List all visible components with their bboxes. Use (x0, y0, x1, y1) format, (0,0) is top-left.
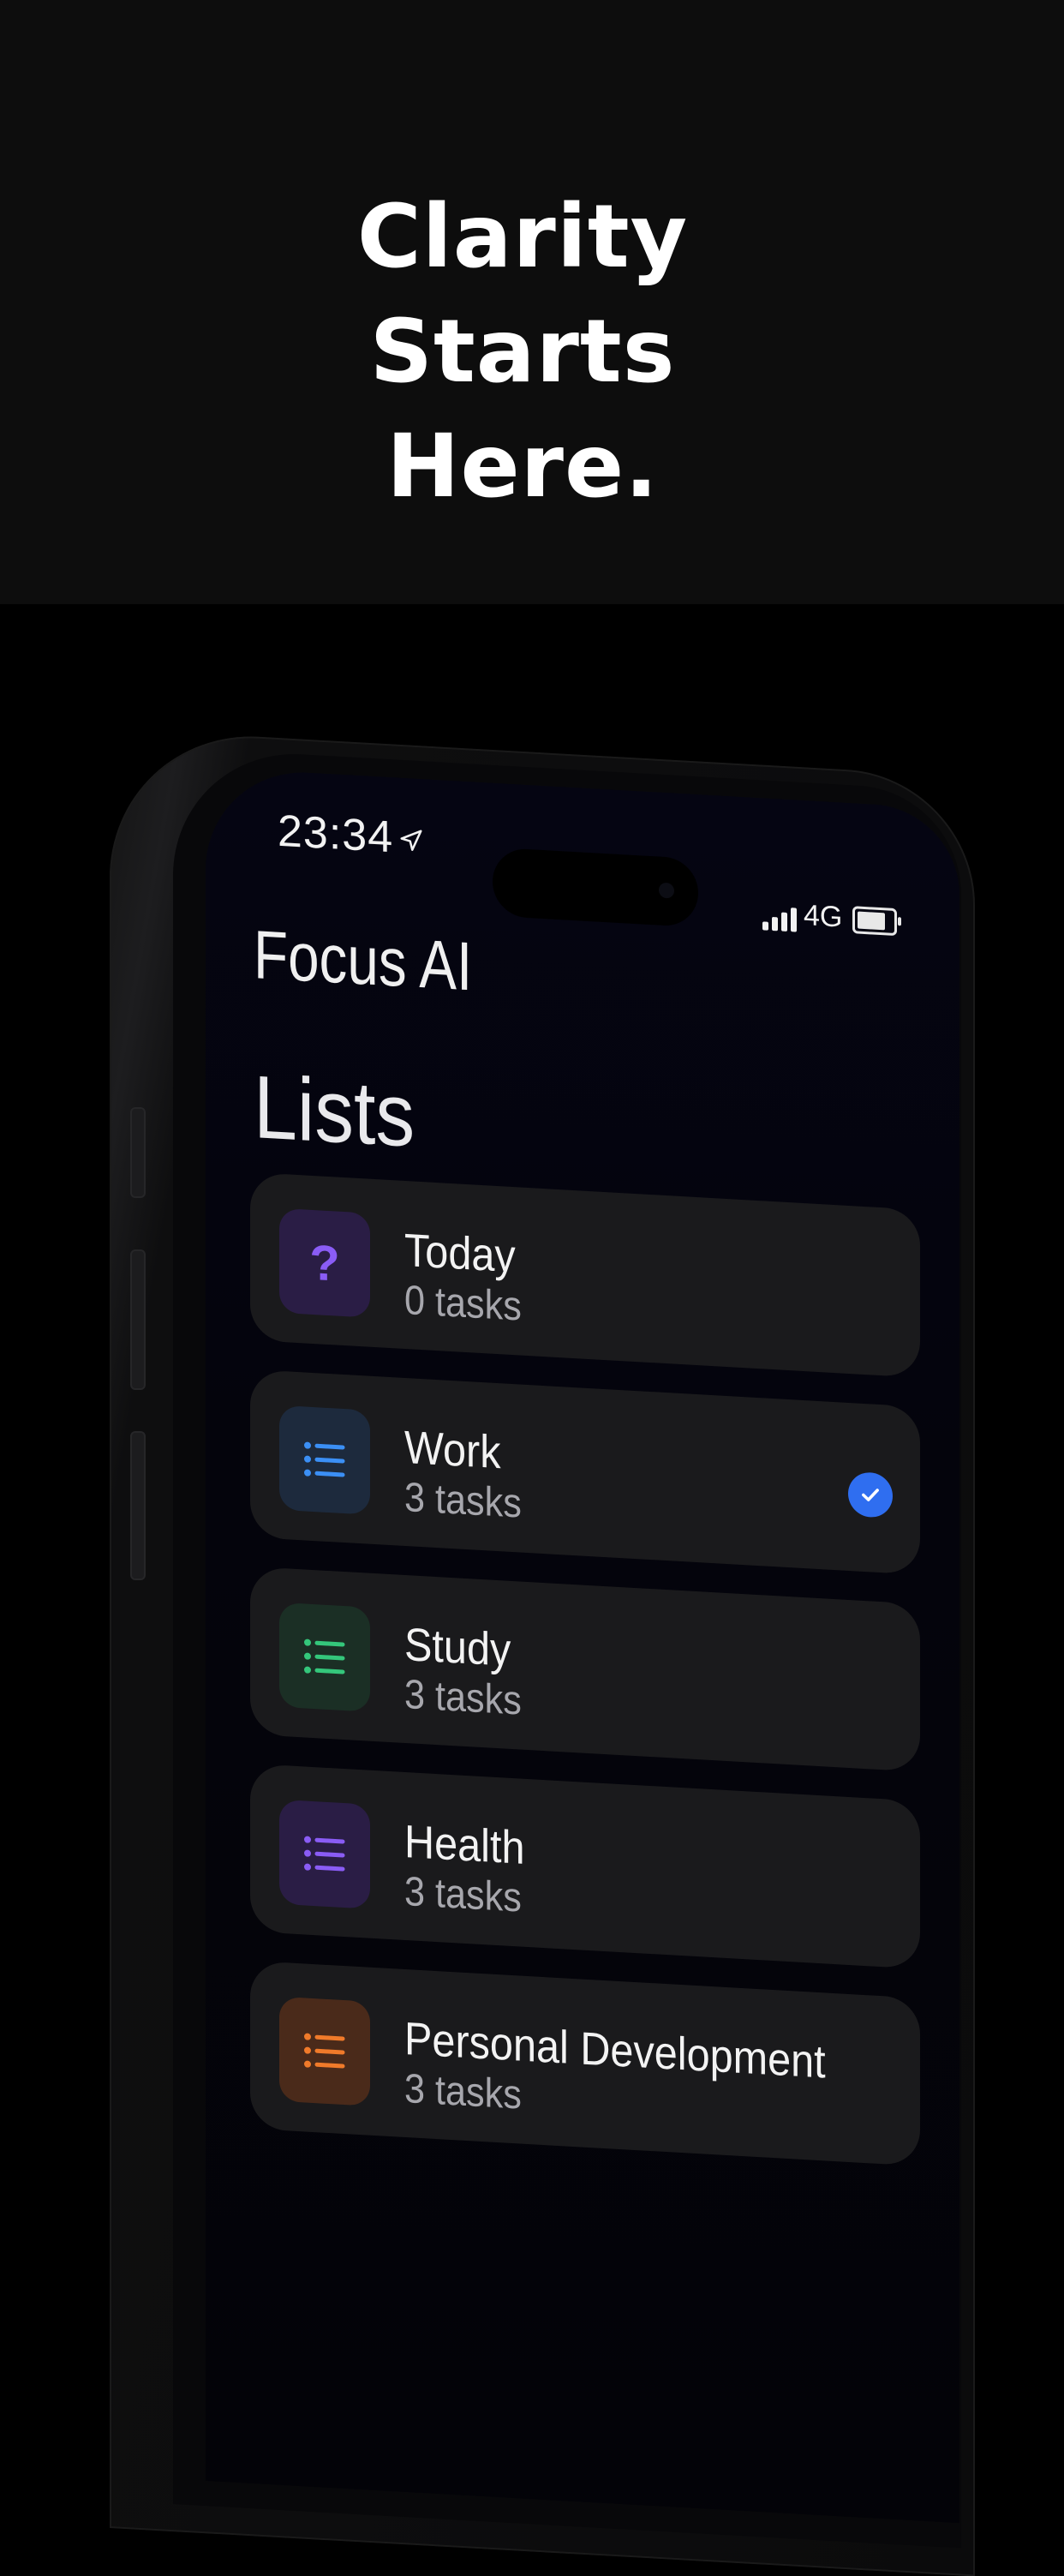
personal-development-icon-box (279, 1996, 370, 2106)
signal-bars-icon (762, 904, 797, 932)
list-task-count: 0 tasks (404, 1277, 522, 1330)
phone-volume-up-button (130, 1249, 146, 1390)
list-task-count: 3 tasks (404, 1671, 522, 1724)
app-title: Focus AI (254, 916, 473, 1005)
list-name: Health (404, 1815, 525, 1874)
lists-container: ? Today 0 tasks Work 3 tasks Study 3 tas… (250, 1171, 920, 2196)
checkmark-icon (848, 1471, 893, 1519)
list-icon (304, 1836, 345, 1872)
list-icon (304, 2033, 345, 2069)
list-task-count: 3 tasks (404, 2065, 522, 2118)
status-bar-right: 4G (762, 896, 898, 938)
phone-mockup: 23:34 4G Focus AI Lists ? Today 0 tasks (0, 0, 1064, 2576)
list-name: Work (404, 1421, 501, 1479)
time-text: 23:34 (278, 806, 394, 863)
list-icon (304, 1638, 345, 1674)
list-item-health[interactable]: Health 3 tasks (250, 1763, 920, 1969)
list-item-today[interactable]: ? Today 0 tasks (250, 1171, 920, 1378)
dynamic-island (493, 847, 698, 928)
list-task-count: 3 tasks (404, 1474, 522, 1527)
page-title: Lists (254, 1057, 415, 1166)
list-task-count: 3 tasks (404, 1868, 522, 1921)
phone-volume-down-button (130, 1431, 146, 1580)
list-name: Study (404, 1618, 511, 1676)
phone-mute-switch (130, 1107, 146, 1198)
list-item-study[interactable]: Study 3 tasks (250, 1566, 920, 1772)
location-arrow-icon (398, 824, 424, 862)
network-type: 4G (804, 899, 843, 934)
camera-lens (659, 882, 674, 899)
list-item-personal-development[interactable]: Personal Development 3 tasks (250, 1960, 920, 2166)
list-item-work[interactable]: Work 3 tasks (250, 1369, 920, 1575)
work-icon-box (279, 1405, 370, 1515)
question-mark-icon: ? (309, 1234, 340, 1292)
battery-icon (852, 906, 898, 937)
status-bar-time: 23:34 (278, 806, 424, 866)
list-icon (304, 1441, 345, 1477)
phone-screen: 23:34 4G Focus AI Lists ? Today 0 tasks (206, 767, 959, 2524)
today-icon-box: ? (279, 1207, 370, 1318)
list-name: Today (404, 1224, 516, 1283)
study-icon-box (279, 1602, 370, 1712)
health-icon-box (279, 1799, 370, 1909)
